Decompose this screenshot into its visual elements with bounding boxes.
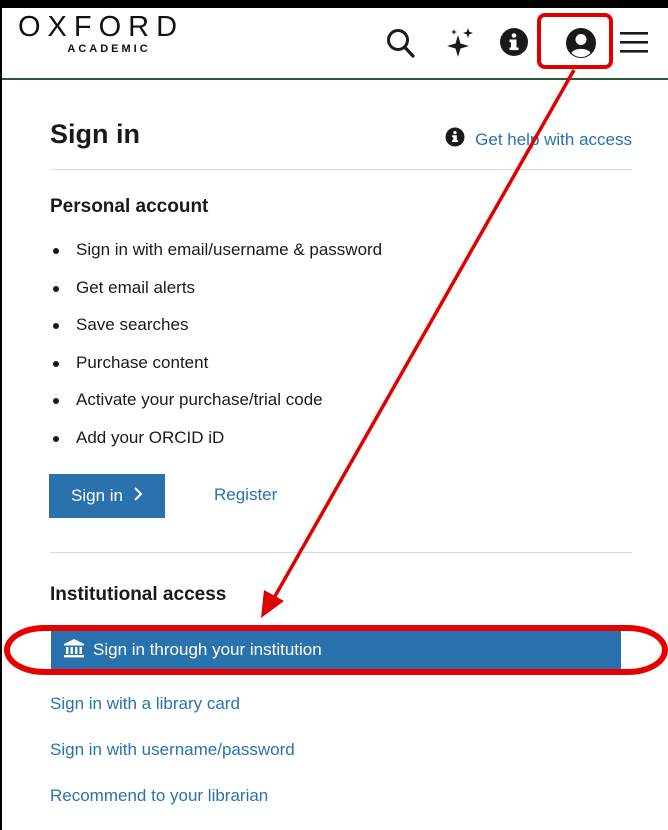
- sparkle-icon[interactable]: [447, 27, 475, 64]
- recommend-librarian-link[interactable]: Recommend to your librarian: [50, 786, 268, 806]
- menu-icon[interactable]: [619, 27, 649, 62]
- divider: [50, 169, 632, 170]
- institutional-access-heading: Institutional access: [50, 584, 227, 605]
- sign-in-button[interactable]: Sign in: [49, 474, 165, 518]
- list-item: Activate your purchase/trial code: [50, 386, 382, 424]
- search-icon[interactable]: [386, 27, 416, 64]
- library-card-link[interactable]: Sign in with a library card: [50, 694, 240, 714]
- account-highlight-box: [537, 13, 613, 69]
- personal-account-heading: Personal account: [50, 196, 209, 217]
- oxford-academic-logo[interactable]: OXFORD ACADEMIC: [18, 12, 184, 56]
- list-item: Sign in with email/username & password: [50, 236, 382, 274]
- divider: [50, 552, 632, 553]
- list-item: Purchase content: [50, 349, 382, 387]
- register-link[interactable]: Register: [214, 485, 277, 505]
- feature-list: Sign in with email/username & password G…: [50, 236, 382, 461]
- chevron-right-icon: [133, 486, 143, 507]
- username-password-link[interactable]: Sign in with username/password: [50, 740, 295, 760]
- sign-in-button-label: Sign in: [71, 486, 123, 505]
- list-item: Add your ORCID iD: [50, 424, 382, 462]
- info-icon: [445, 127, 465, 152]
- list-item: Save searches: [50, 311, 382, 349]
- logo-wordmark: OXFORD: [18, 11, 185, 43]
- list-item: Get email alerts: [50, 274, 382, 312]
- page-title: Sign in: [50, 119, 140, 149]
- institution-highlight-ellipse: [4, 625, 668, 675]
- get-help-link[interactable]: Get help with access: [445, 127, 632, 152]
- info-icon[interactable]: [499, 27, 529, 62]
- get-help-label: Get help with access: [475, 129, 632, 149]
- logo-subtitle: ACADEMIC: [67, 43, 151, 55]
